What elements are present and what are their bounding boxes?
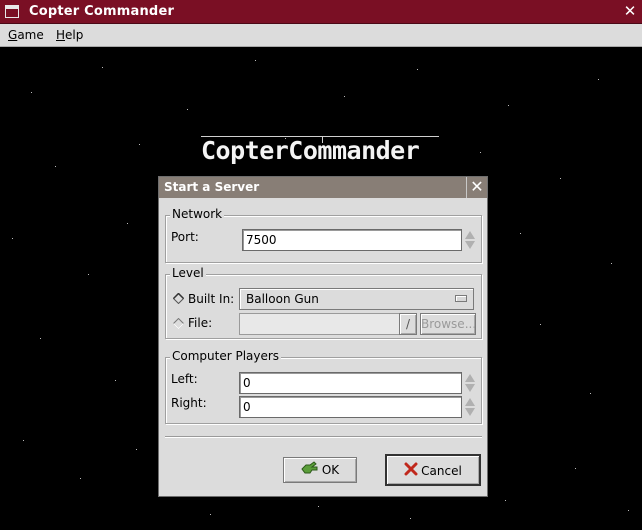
network-label: Network [170,207,225,221]
file-radio[interactable] [173,318,184,329]
dialog-separator [165,436,482,438]
builtin-label: Built In: [188,292,235,306]
window-titlebar: Copter Commander ✕ [0,0,642,24]
left-players-label: Left: [171,372,198,386]
option-menu-indicator [455,295,467,302]
menu-game-accel: G [8,28,18,42]
game-logo: CopterCommander [200,133,442,167]
builtin-level-select[interactable]: Balloon Gun [239,288,474,310]
menu-help-label: elp [65,28,84,42]
right-players-spinner[interactable] [464,396,476,418]
browse-button[interactable]: Browse... [420,313,476,335]
menu-help-accel: H [56,28,66,42]
dialog-close-icon[interactable]: ✕ [466,177,487,198]
left-players-spinner[interactable] [464,372,476,394]
left-players-input[interactable]: 0 [239,372,462,394]
file-picker-icon[interactable]: / [399,313,417,335]
window-title: Copter Commander [29,4,175,19]
menu-game[interactable]: Game [7,27,45,43]
computer-players-label: Computer Players [170,349,282,363]
file-label: File: [188,316,213,330]
ok-button[interactable]: OK [283,457,357,483]
builtin-radio[interactable] [173,293,184,304]
port-input[interactable]: 7500 [242,229,462,251]
ok-hand-icon [301,459,319,483]
cancel-x-icon [404,457,418,487]
dialog-title: Start a Server [164,180,260,194]
cancel-label: Cancel [421,464,462,478]
menu-help[interactable]: Help [55,27,84,43]
window-icon[interactable] [5,5,19,18]
menubar: Game Help [0,24,642,47]
dialog-titlebar: Start a Server ✕ [159,177,487,198]
port-spinner[interactable] [464,229,476,251]
right-players-input[interactable]: 0 [239,396,462,418]
start-server-dialog: Start a Server ✕ Network Port: 7500 Leve… [158,176,488,497]
port-label: Port: [171,230,199,244]
builtin-level-value: Balloon Gun [246,292,319,306]
ok-label: OK [321,463,340,477]
level-label: Level [170,266,206,280]
close-icon[interactable]: ✕ [621,3,639,21]
menu-game-label: ame [17,28,44,42]
logo-text: CopterCommander [201,136,420,165]
cancel-button[interactable]: Cancel [385,454,481,486]
right-players-label: Right: [171,396,207,410]
file-input[interactable] [239,313,400,335]
